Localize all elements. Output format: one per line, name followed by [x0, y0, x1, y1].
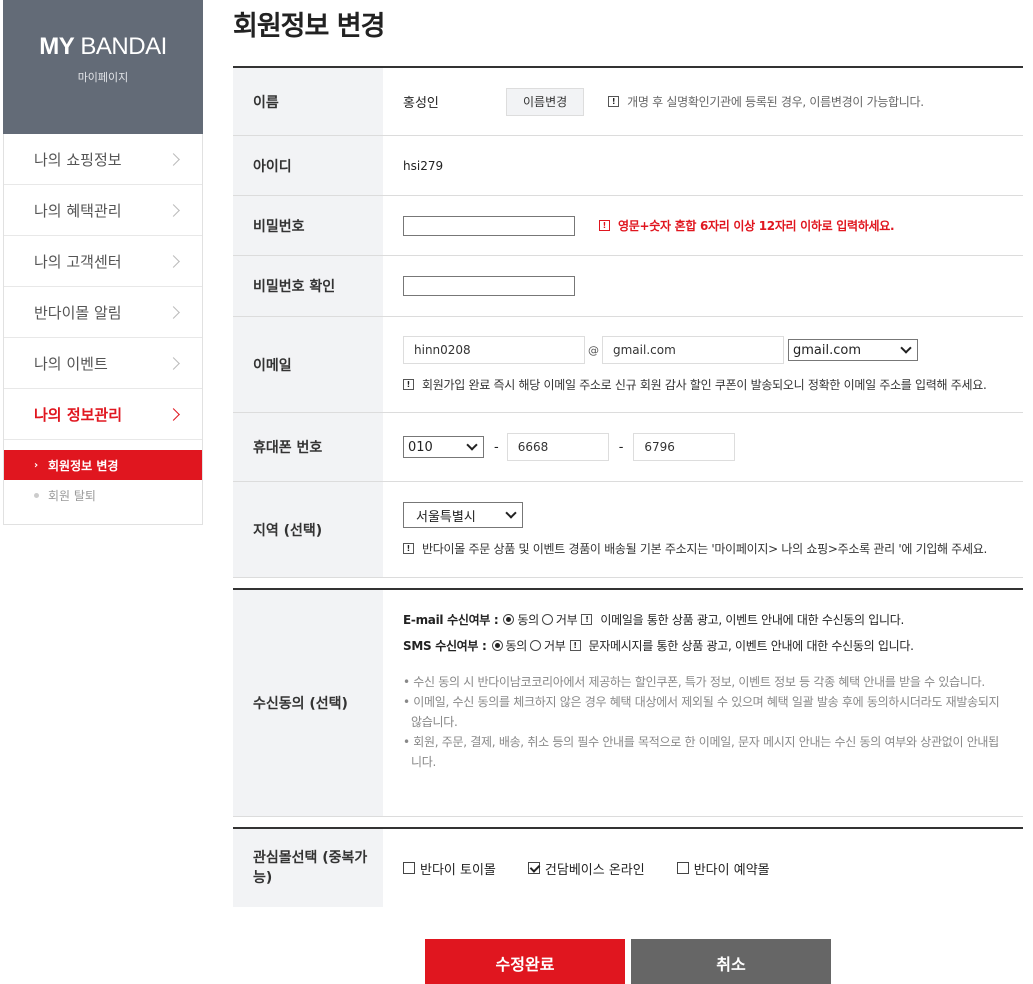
sidebar-menu: 나의 쇼핑정보 나의 혜택관리 나의 고객센터 반다이몰 알림 나의 이벤트 나… — [3, 134, 203, 525]
page-title: 회원정보 변경 — [233, 11, 385, 42]
label-password-confirm: 비밀번호 확인 — [233, 256, 383, 316]
phone-middle-input[interactable]: 6668 — [506, 433, 609, 461]
chevron-right-icon — [167, 356, 180, 370]
row-password-confirm: 비밀번호 확인 — [233, 256, 1023, 317]
email-consent-line: E-mail 수신여부 : 동의 거부 ! 이메일을 통한 상품 광고, 이벤트… — [403, 612, 905, 627]
sms-consent-line: SMS 수신여부 : 동의 거부 ! 문자메시지를 통한 상품 광고, 이벤트 … — [403, 638, 914, 653]
interest-toymall-checkbox[interactable] — [403, 862, 415, 874]
chevron-down-icon — [505, 507, 517, 519]
interest-reservation-checkbox[interactable] — [676, 862, 689, 874]
password-input[interactable] — [403, 215, 575, 236]
row-phone: 휴대폰 번호 010 - 6668 - 6796 — [233, 413, 1023, 482]
label-name: 이름 — [233, 68, 383, 135]
row-consent: 수신동의 (선택) E-mail 수신여부 : 동의 거부 ! 이메일을 통한 … — [233, 588, 1023, 817]
sidebar-item-my-info[interactable]: 나의 정보관리 — [4, 389, 202, 440]
member-info-form: 이름 홍성인 이름변경 ! 개명 후 실명확인기관에 등록된 경우, 이름변경이… — [233, 66, 1023, 907]
region-note: 반다이몰 주문 상품 및 이벤트 경품이 배송될 기본 주소지는 '마이페이지>… — [422, 542, 988, 556]
phone-dash: - — [618, 439, 624, 455]
chevron-right-icon — [167, 152, 180, 166]
label-consent: 수신동의 (선택) — [233, 590, 383, 816]
sidebar-submenu: › 회원정보 변경 회원 탈퇴 — [4, 440, 202, 524]
label-interest: 관심몰선택 (중복가능) — [233, 829, 383, 907]
row-interest: 관심몰선택 (중복가능) 반다이 토이몰 건담베이스 온라인 반다이 예약몰 — [233, 827, 1023, 907]
row-region: 지역 (선택) 서울특별시 ! 반다이몰 주문 상품 및 이벤트 경품이 배송될… — [233, 482, 1023, 578]
warning-icon: ! — [599, 220, 610, 231]
email-consent-reject-radio[interactable] — [541, 613, 553, 625]
label-email: 이메일 — [233, 317, 383, 412]
info-icon: ! — [608, 96, 620, 107]
chevron-right-icon — [167, 254, 180, 268]
email-domain-input[interactable]: gmail.com — [602, 336, 784, 364]
brand-block[interactable]: MY BANDAI 마이페이지 — [3, 0, 203, 134]
row-password: 비밀번호 ! 영문+숫자 혼합 6자리 이상 12자리 이하로 입력하세요. — [233, 196, 1023, 256]
region-select[interactable]: 서울특별시 — [403, 502, 523, 528]
chevron-right-icon — [167, 305, 180, 319]
change-name-button[interactable]: 이름변경 — [506, 87, 585, 116]
sidebar: MY BANDAI 마이페이지 나의 쇼핑정보 나의 혜택관리 나의 고객센터 … — [3, 0, 203, 525]
main-content: 회원정보 변경 이름 홍성인 이름변경 ! 개명 후 실명확인기관에 등록된 경… — [233, 0, 1023, 984]
row-name: 이름 홍성인 이름변경 ! 개명 후 실명확인기관에 등록된 경우, 이름변경이… — [233, 68, 1023, 136]
info-icon: ! — [569, 639, 581, 651]
chevron-right-icon: › — [34, 459, 39, 471]
list-item: 수신 동의 시 반다이남코코리아에서 제공하는 할인쿠폰, 특가 정보, 이벤트… — [403, 672, 1003, 692]
label-region: 지역 (선택) — [233, 482, 383, 577]
sidebar-item-notifications[interactable]: 반다이몰 알림 — [4, 287, 202, 338]
password-confirm-input[interactable] — [403, 276, 575, 296]
cancel-button[interactable]: 취소 — [631, 939, 831, 984]
sidebar-item-shopping[interactable]: 나의 쇼핑정보 — [4, 134, 202, 185]
email-consent-agree-radio[interactable] — [503, 613, 515, 625]
sidebar-item-events[interactable]: 나의 이벤트 — [4, 338, 202, 389]
bullet-icon — [34, 492, 39, 498]
phone-dash: - — [494, 439, 499, 455]
interest-gundambase-checkbox[interactable] — [527, 862, 540, 874]
submenu-item-edit-info[interactable]: › 회원정보 변경 — [4, 450, 202, 480]
consent-notice-list: 수신 동의 시 반다이남코코리아에서 제공하는 할인쿠폰, 특가 정보, 이벤트… — [403, 672, 1003, 772]
sidebar-item-benefits[interactable]: 나의 혜택관리 — [4, 185, 202, 236]
info-icon: ! — [581, 613, 593, 625]
label-id: 아이디 — [233, 136, 383, 195]
chevron-right-icon — [167, 407, 180, 421]
row-email: 이메일 hinn0208 @ gmail.com gmail.com ! 회원가… — [233, 317, 1023, 413]
at-sign: @ — [588, 343, 599, 357]
list-item: 이메일, 수신 동의를 체크하지 않은 경우 혜택 대상에서 제외될 수 있으며… — [403, 692, 1003, 732]
sms-consent-agree-radio[interactable] — [491, 639, 503, 651]
form-actions: 수정완료 취소 — [233, 939, 1023, 984]
label-password: 비밀번호 — [233, 196, 383, 255]
list-item: 회원, 주문, 결제, 배송, 취소 등의 필수 안내를 목적으로 한 이메일,… — [403, 732, 1003, 772]
name-value: 홍성인 — [403, 96, 439, 111]
phone-last-input[interactable]: 6796 — [633, 433, 736, 461]
sms-consent-reject-radio[interactable] — [530, 639, 542, 651]
label-phone: 휴대폰 번호 — [233, 413, 383, 481]
name-note: 개명 후 실명확인기관에 등록된 경우, 이름변경이 가능합니다. — [627, 95, 924, 109]
chevron-down-icon — [466, 439, 478, 451]
email-note: 회원가입 완료 즉시 해당 이메일 주소로 신규 회원 감사 할인 쿠폰이 발송… — [422, 378, 987, 392]
submit-button[interactable]: 수정완료 — [425, 939, 625, 984]
email-domain-select[interactable]: gmail.com — [788, 339, 918, 361]
chevron-right-icon — [167, 203, 180, 217]
submenu-item-withdraw[interactable]: 회원 탈퇴 — [4, 480, 202, 510]
phone-prefix-select[interactable]: 010 — [403, 436, 484, 458]
brand-subtitle: 마이페이지 — [77, 71, 129, 84]
password-rule-note: 영문+숫자 혼합 6자리 이상 12자리 이하로 입력하세요. — [618, 219, 895, 233]
row-id: 아이디 hsi279 — [233, 136, 1023, 196]
sidebar-item-customer-center[interactable]: 나의 고객센터 — [4, 236, 202, 287]
chevron-down-icon — [900, 342, 912, 354]
id-value: hsi279 — [403, 158, 444, 173]
info-icon: ! — [403, 379, 414, 390]
info-icon: ! — [403, 543, 414, 554]
email-local-input[interactable]: hinn0208 — [403, 336, 585, 364]
brand-logo: MY BANDAI — [39, 33, 167, 60]
